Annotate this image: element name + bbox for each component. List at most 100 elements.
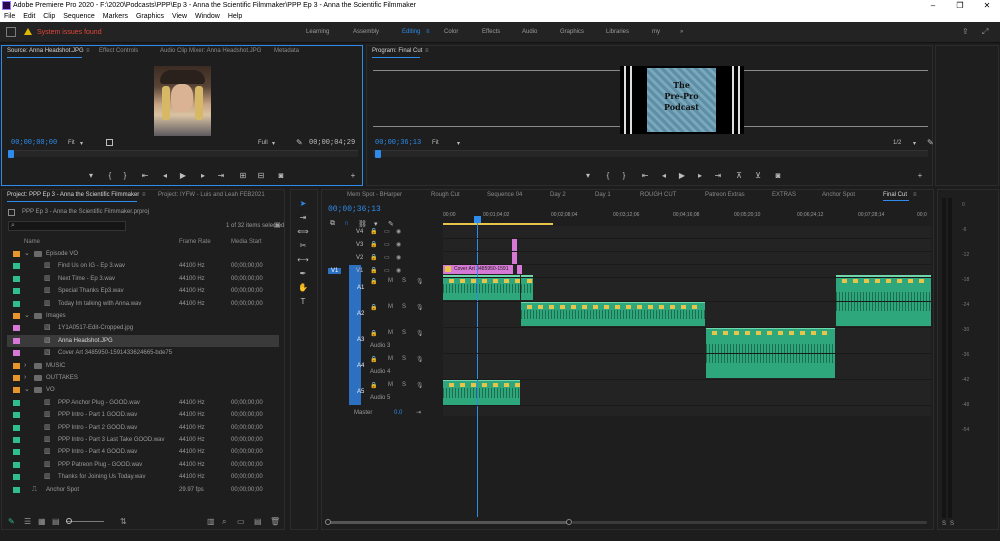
project-search-input[interactable]: ⌕ xyxy=(8,221,126,231)
eye-icon[interactable]: ◉ xyxy=(396,254,401,261)
ripple-edit-tool-icon[interactable]: ⟺ xyxy=(297,226,309,238)
timeline-ruler[interactable]: 00;00 00;01;04;02 00;02;08;04 00;03;12;06 00… xyxy=(443,210,931,224)
source-step-back-icon[interactable]: ◂ xyxy=(160,171,170,180)
solo-button[interactable]: S xyxy=(402,356,406,362)
video-track-label[interactable]: V3 xyxy=(356,242,363,248)
lock-icon[interactable]: 🔒 xyxy=(370,356,377,363)
project-row[interactable]: ▧ Anna Headshot.JPG xyxy=(7,334,279,347)
source-mark-in-icon[interactable]: { xyxy=(105,171,115,180)
sync-lock-icon[interactable]: ▭ xyxy=(384,241,390,248)
icon-view-icon[interactable]: ▦ xyxy=(38,517,46,526)
workspace-overflow-icon[interactable]: » xyxy=(680,29,683,35)
workspace-libraries[interactable]: Libraries xyxy=(606,29,629,35)
source-go-to-in-icon[interactable]: ⇤ xyxy=(140,171,150,180)
lock-icon[interactable]: 🔒 xyxy=(370,382,377,389)
project-row[interactable]: ⌄ Images xyxy=(7,310,279,322)
project-row[interactable]: ▥ Find Us on IG - Ep 3.wav 44100 Hz 00;00;0… xyxy=(7,260,279,272)
lock-icon[interactable]: 🔒 xyxy=(370,278,377,285)
project-row[interactable]: › OUTTAKES xyxy=(7,372,279,384)
source-mark-out-icon[interactable]: } xyxy=(120,171,130,180)
chevron-down-icon[interactable]: ⌄ xyxy=(24,248,30,260)
timeline-hscroll-left[interactable] xyxy=(328,521,570,524)
tab-sequence[interactable]: Sequence 04 xyxy=(487,190,522,200)
source-fit-chevron-icon[interactable]: ▾ xyxy=(80,140,83,147)
project-row[interactable]: ▥ PPP Intro - Part 2 GOOD.wav 44100 Hz 00;0… xyxy=(7,422,279,434)
fullscreen-icon[interactable]: ⤢ xyxy=(982,27,988,37)
audio-clip[interactable] xyxy=(521,275,533,300)
chevron-down-icon[interactable]: ⌄ xyxy=(24,310,30,322)
project-row[interactable]: › MUSIC xyxy=(7,360,279,372)
source-go-to-out-icon[interactable]: ⇥ xyxy=(216,171,226,180)
sync-lock-icon[interactable]: ▭ xyxy=(384,228,390,235)
chevron-right-icon[interactable]: › xyxy=(24,372,26,384)
maximize-button[interactable]: ❐ xyxy=(947,0,973,11)
tab-source-menu-icon[interactable]: ≡ xyxy=(86,46,90,57)
razor-tool-icon[interactable]: ✂ xyxy=(297,240,309,252)
project-row[interactable]: ⌄ VO xyxy=(7,384,279,396)
tab-project-menu-icon[interactable]: ≡ xyxy=(142,190,146,201)
program-playhead[interactable] xyxy=(375,150,381,158)
automate-to-sequence-icon[interactable]: ▥ xyxy=(207,517,215,526)
workspace-audio[interactable]: Audio xyxy=(522,29,537,35)
microphone-icon[interactable]: 🎙 xyxy=(416,278,424,285)
eye-icon[interactable]: ◉ xyxy=(396,228,401,235)
mute-button[interactable]: M xyxy=(388,330,393,336)
nest-toggle-icon[interactable]: ⧉ xyxy=(330,220,335,228)
program-fit-dropdown[interactable]: Fit xyxy=(432,140,439,146)
menu-markers[interactable]: Markers xyxy=(103,11,128,22)
menu-view[interactable]: View xyxy=(172,11,187,22)
workspace-assembly[interactable]: Assembly xyxy=(353,29,379,35)
linked-selection-icon[interactable]: ⛓ xyxy=(358,220,367,228)
project-row[interactable]: ▥ PPP Intro - Part 4 GOOD.wav 44100 Hz 00;0… xyxy=(7,446,279,458)
audio-track-label[interactable]: A2 xyxy=(357,311,364,317)
project-row[interactable]: ▧ 1Y1A0517-Edit-Cropped.jpg xyxy=(7,322,279,334)
tab-project-ppp[interactable]: Project: PPP Ep 3 - Anna the Scientific … xyxy=(7,190,139,201)
source-add-marker-icon[interactable]: ▾ xyxy=(86,171,96,180)
project-row[interactable]: ▥ PPP Intro - Part 3 Last Take GOOD.wav 44… xyxy=(7,434,279,446)
source-fit-dropdown[interactable]: Fit xyxy=(68,140,75,146)
program-extract-icon[interactable]: ⊻ xyxy=(753,171,763,180)
project-row[interactable]: ▥ Today Im talking with Anna.wav 44100 Hz 0… xyxy=(7,298,279,310)
mute-button[interactable]: M xyxy=(388,304,393,310)
tab-sequence[interactable]: EXTRAS xyxy=(772,190,796,200)
menu-graphics[interactable]: Graphics xyxy=(136,11,164,22)
tab-project-iyfw[interactable]: Project: IYFW - Luis and Leah FEB2021 xyxy=(158,190,265,201)
close-button[interactable]: ✕ xyxy=(974,0,1000,11)
project-row[interactable]: ▥ Next Time - Ep 3.wav 44100 Hz 00;00;00;00 xyxy=(7,273,279,285)
workspace-color[interactable]: Color xyxy=(444,29,458,35)
tab-program-menu-icon[interactable]: ≡ xyxy=(425,46,429,57)
menu-file[interactable]: File xyxy=(4,11,15,22)
sync-lock-icon[interactable]: ▭ xyxy=(384,254,390,261)
audio-track-label[interactable]: A5 xyxy=(357,389,364,395)
new-item-icon[interactable]: ▤ xyxy=(254,517,262,526)
program-timecode[interactable]: 00;00;36;13 xyxy=(375,139,421,147)
type-tool-icon[interactable]: T xyxy=(297,296,309,308)
microphone-icon[interactable]: 🎙 xyxy=(416,356,424,363)
new-bin-footer-icon[interactable]: ▭ xyxy=(237,517,245,526)
tab-audio-clip-mixer[interactable]: Audio Clip Mixer: Anna Headshot.JPG xyxy=(160,46,261,57)
tab-effect-controls[interactable]: Effect Controls xyxy=(99,46,138,57)
video-clip-cover-art[interactable]: Cover Art 3485950-1591 xyxy=(443,265,513,274)
program-resolution-dropdown[interactable]: 1/2 xyxy=(893,140,901,146)
solo-button[interactable]: S xyxy=(402,330,406,336)
tab-sequence[interactable]: Final Cut xyxy=(883,190,907,200)
source-step-forward-icon[interactable]: ▸ xyxy=(198,171,208,180)
solo-button[interactable]: S xyxy=(402,278,406,284)
menu-edit[interactable]: Edit xyxy=(23,11,35,22)
lock-icon[interactable]: 🔒 xyxy=(370,330,377,337)
source-quality-chevron-icon[interactable]: ▾ xyxy=(272,140,275,147)
source-patch-v1[interactable]: V1 xyxy=(328,268,342,274)
hand-tool-icon[interactable]: ✋ xyxy=(297,282,309,294)
project-row[interactable]: ▥ PPP Intro - Part 1 GOOD.wav 44100 Hz 00;0… xyxy=(7,409,279,421)
program-fit-chevron-icon[interactable]: ▾ xyxy=(457,140,460,147)
timeline-playhead-line[interactable] xyxy=(477,217,478,517)
project-row[interactable]: ▥ Special Thanks Ep3.wav 44100 Hz 00;00;00;… xyxy=(7,285,279,297)
system-warning[interactable]: System issues found xyxy=(24,28,102,36)
audio-track-label[interactable]: A1 xyxy=(357,285,364,291)
snap-icon[interactable]: ∩ xyxy=(344,220,349,227)
source-timecode[interactable]: 00;00;00;00 xyxy=(11,139,57,147)
timeline-timecode[interactable]: 00;00;36;13 xyxy=(328,205,381,214)
tab-sequence[interactable]: ROUGH CUT xyxy=(640,190,676,200)
tab-source[interactable]: Source: Anna Headshot.JPG xyxy=(7,46,84,57)
audio-track-label[interactable]: A4 xyxy=(357,363,364,369)
